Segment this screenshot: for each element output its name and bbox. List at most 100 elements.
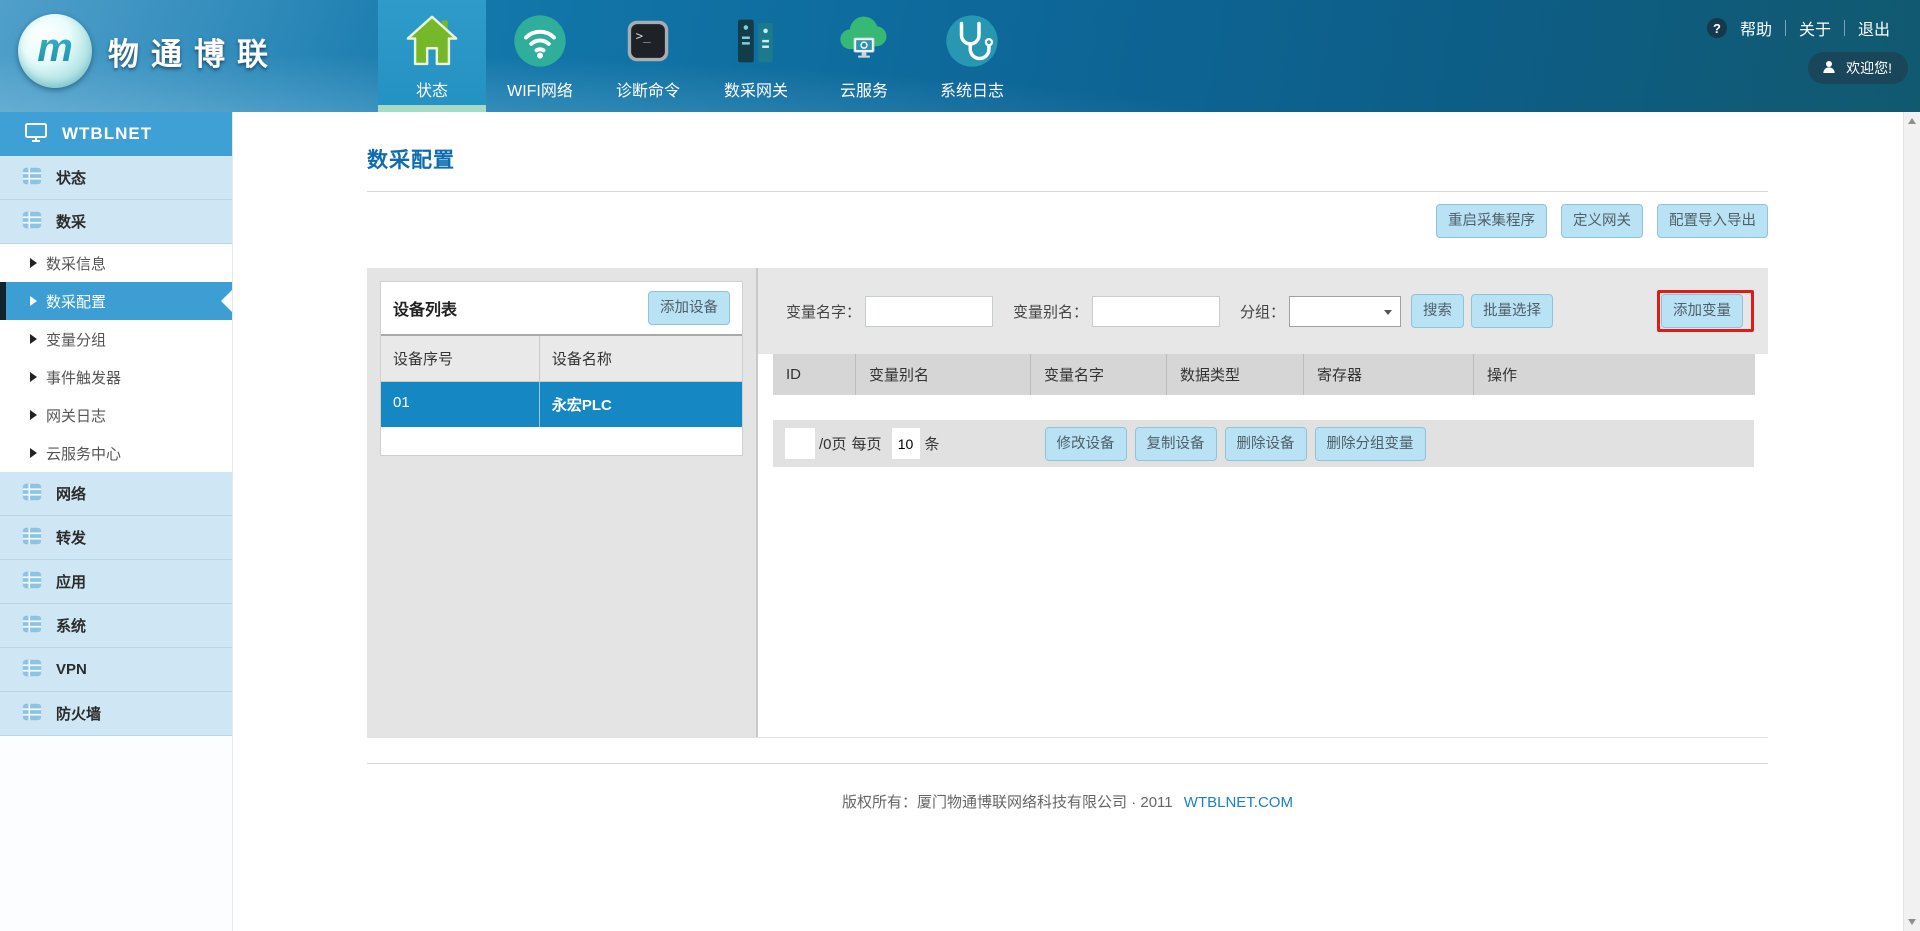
sidebar-item-event-trigger[interactable]: 事件触发器 — [0, 358, 232, 396]
sidebar-item-application[interactable]: 应用 — [0, 560, 232, 604]
scroll-up-icon[interactable] — [1908, 118, 1916, 124]
add-variable-button[interactable]: 添加变量 — [1661, 294, 1743, 328]
toolbar: 重启采集程序 定义网关 配置导入导出 — [367, 204, 1768, 238]
welcome-text: 欢迎您! — [1846, 58, 1892, 78]
column-register: 寄存器 — [1303, 354, 1473, 395]
config-import-export-button[interactable]: 配置导入导出 — [1657, 204, 1768, 238]
tab-wifi-network[interactable]: WIFI网络 — [486, 0, 594, 112]
wifi-icon — [512, 10, 568, 72]
variable-panel: 变量名字： 变量别名： 分组： 搜索 批量选择 添加变量 ID — [758, 268, 1768, 737]
sidebar-item-label: 状态 — [56, 167, 86, 188]
tab-label: 系统日志 — [940, 77, 1004, 101]
logout-link[interactable]: 退出 — [1858, 16, 1890, 40]
wtblnet-link[interactable]: WTBLNET.COM — [1184, 794, 1293, 811]
device-list-panel: 设备列表 添加设备 设备序号 设备名称 01 永宏PLC — [367, 268, 758, 737]
content-container: 设备列表 添加设备 设备序号 设备名称 01 永宏PLC — [367, 268, 1768, 738]
sidebar-item-vpn[interactable]: VPN — [0, 648, 232, 692]
caret-right-icon — [30, 448, 37, 458]
grid-icon — [21, 525, 43, 551]
sidebar-item-variable-group[interactable]: 变量分组 — [0, 320, 232, 358]
vertical-scrollbar[interactable] — [1903, 112, 1920, 931]
cloud-icon — [836, 10, 892, 72]
grid-icon — [21, 569, 43, 595]
sidebar-item-label: 网络 — [56, 483, 86, 504]
variable-alias-input[interactable] — [1092, 296, 1220, 327]
scroll-down-icon[interactable] — [1908, 919, 1916, 925]
help-link[interactable]: 帮助 — [1740, 16, 1772, 40]
per-page-input[interactable] — [892, 428, 920, 459]
sidebar-item-system[interactable]: 系统 — [0, 604, 232, 648]
copy-device-button[interactable]: 复制设备 — [1135, 427, 1217, 461]
sidebar-item-network[interactable]: 网络 — [0, 472, 232, 516]
group-select[interactable] — [1289, 296, 1401, 327]
unit-label: 条 — [925, 433, 940, 454]
tab-label: WIFI网络 — [507, 77, 573, 101]
add-device-button[interactable]: 添加设备 — [648, 291, 730, 325]
tab-label: 数采网关 — [724, 77, 788, 101]
tab-data-gateway[interactable]: 数采网关 — [702, 0, 810, 112]
divider — [1785, 20, 1786, 36]
device-name: 永宏PLC — [540, 382, 742, 427]
sidebar-item-label: 转发 — [56, 527, 86, 548]
device-table-empty-row — [381, 427, 742, 455]
search-button[interactable]: 搜索 — [1411, 294, 1464, 328]
logo-icon: m — [18, 14, 92, 88]
terminal-icon: >_ — [621, 10, 675, 72]
tab-status[interactable]: 状态 — [378, 0, 486, 112]
grid-icon — [21, 613, 43, 639]
device-row-selected[interactable]: 01 永宏PLC — [381, 382, 742, 427]
sidebar-item-firewall[interactable]: 防火墙 — [0, 692, 232, 736]
top-header: m 物通博联 状态 WIFI网络 >_ 诊断命令 数采网关 — [0, 0, 1920, 112]
tab-label: 诊断命令 — [616, 77, 680, 101]
column-id: ID — [773, 354, 855, 395]
page-number-input[interactable] — [785, 428, 815, 459]
sidebar-item-label: 数采 — [56, 211, 86, 232]
main-content: 数采配置 重启采集程序 定义网关 配置导入导出 设备列表 添加设备 设备序号 设… — [233, 112, 1903, 931]
restart-collector-button[interactable]: 重启采集程序 — [1436, 204, 1547, 238]
sidebar-item-label: VPN — [56, 661, 87, 678]
delete-group-variable-button[interactable]: 删除分组变量 — [1315, 427, 1426, 461]
sidebar-item-label: 数采配置 — [46, 291, 106, 312]
home-icon — [403, 10, 461, 72]
device-serial: 01 — [381, 382, 540, 427]
sidebar-item-label: 事件触发器 — [46, 367, 121, 388]
sidebar-item-label: 应用 — [56, 571, 86, 592]
modify-device-button[interactable]: 修改设备 — [1045, 427, 1127, 461]
sidebar-item-data-info[interactable]: 数采信息 — [0, 244, 232, 282]
define-gateway-button[interactable]: 定义网关 — [1561, 204, 1643, 238]
sidebar-item-data-collection[interactable]: 数采 — [0, 200, 232, 244]
sidebar-item-gateway-log[interactable]: 网关日志 — [0, 396, 232, 434]
divider — [1844, 20, 1845, 36]
column-operation: 操作 — [1473, 354, 1755, 395]
page-title: 数采配置 — [367, 144, 1768, 174]
monitor-icon — [24, 120, 48, 149]
about-link[interactable]: 关于 — [1799, 16, 1831, 40]
per-page-label: 每页 — [852, 433, 882, 454]
caret-right-icon — [30, 296, 37, 306]
sidebar-item-label: 防火墙 — [56, 703, 101, 724]
delete-device-button[interactable]: 删除设备 — [1225, 427, 1307, 461]
device-card: 设备列表 添加设备 设备序号 设备名称 01 永宏PLC — [380, 281, 743, 456]
divider — [367, 191, 1768, 192]
tab-cloud-service[interactable]: 云服务 — [810, 0, 918, 112]
column-variable-name: 变量名字 — [1030, 354, 1166, 395]
variable-name-input[interactable] — [865, 296, 993, 327]
stethoscope-icon — [944, 10, 1000, 72]
help-icon: ? — [1707, 18, 1727, 38]
sidebar-item-forwarding[interactable]: 转发 — [0, 516, 232, 560]
grid-icon — [21, 481, 43, 507]
logo: m 物通博联 — [18, 14, 280, 88]
grid-icon — [21, 657, 43, 683]
divider — [367, 763, 1768, 764]
sidebar-item-status[interactable]: 状态 — [0, 156, 232, 200]
variable-name-label: 变量名字： — [786, 301, 861, 322]
group-label: 分组： — [1240, 301, 1285, 322]
tab-diagnostic-command[interactable]: >_ 诊断命令 — [594, 0, 702, 112]
grid-icon — [21, 701, 43, 727]
batch-select-button[interactable]: 批量选择 — [1471, 294, 1553, 328]
sidebar-item-cloud-center[interactable]: 云服务中心 — [0, 434, 232, 472]
gateway-icon — [729, 10, 783, 72]
device-card-header: 设备列表 添加设备 — [381, 282, 742, 336]
tab-system-log[interactable]: 系统日志 — [918, 0, 1026, 112]
sidebar-item-data-config[interactable]: 数采配置 — [0, 282, 232, 320]
